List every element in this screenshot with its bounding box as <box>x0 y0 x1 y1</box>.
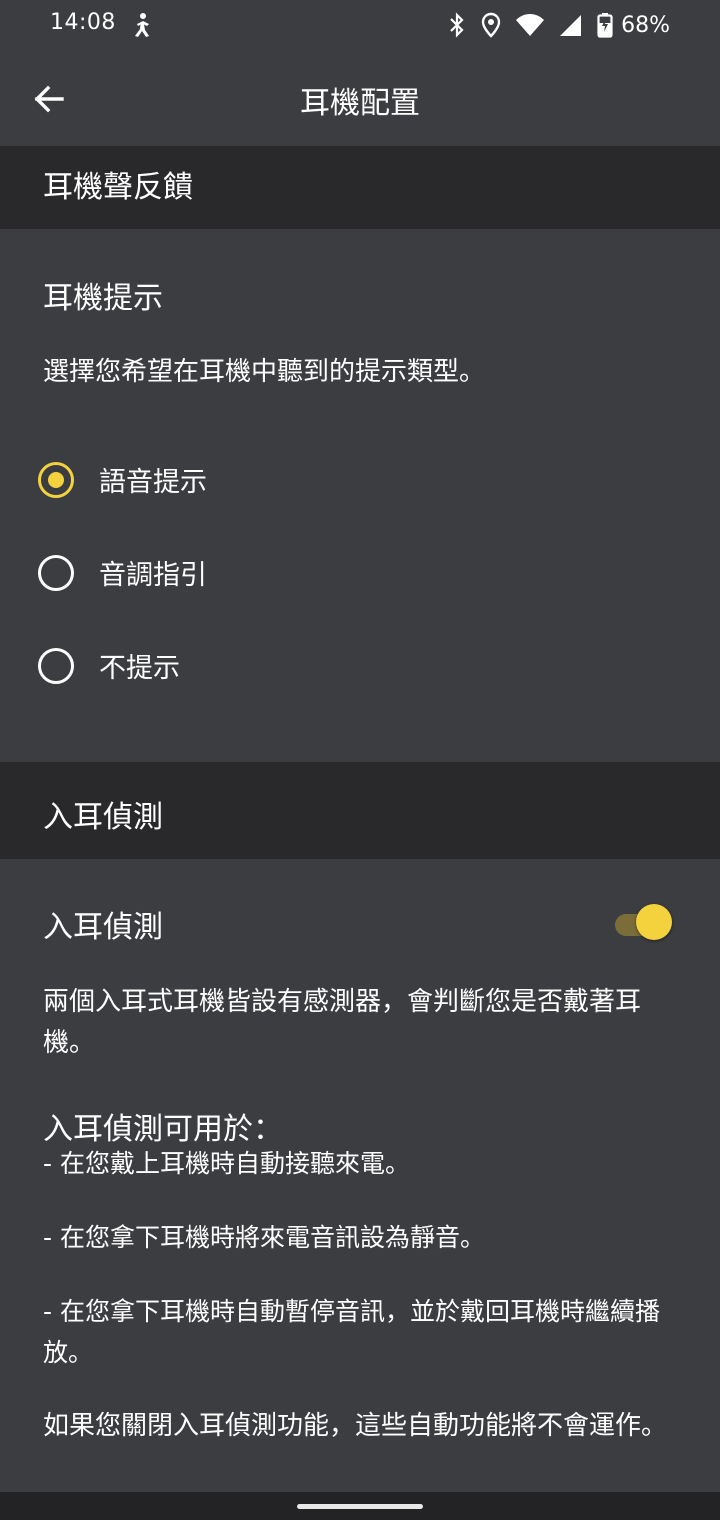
bluetooth-icon <box>450 12 464 38</box>
headset-prompt-title: 耳機提示 <box>43 281 163 316</box>
status-icons: 68% <box>447 10 670 40</box>
radio-checked-icon[interactable] <box>38 462 74 498</box>
status-time: 14:08 <box>50 10 116 35</box>
wifi-icon <box>516 14 545 36</box>
radio-label: 音調指引 <box>99 560 207 591</box>
app-bar: 耳機配置 <box>0 52 720 146</box>
toggle-thumb <box>636 904 672 940</box>
radio-label: 不提示 <box>99 653 180 684</box>
radio-label: 語音提示 <box>99 467 207 498</box>
section-header-label: 耳機聲反饋 <box>43 170 193 205</box>
battery-percentage: 68% <box>621 12 670 38</box>
in-ear-uses-title: 入耳偵測可用於： <box>43 1112 283 1147</box>
cell-signal-icon <box>560 15 582 36</box>
in-ear-detection-description: 兩個入耳式耳機皆設有感測器，會判斷您是否戴著耳機。 <box>43 987 642 1058</box>
battery-charging-icon <box>597 13 613 38</box>
radio-option-voice[interactable]: 語音提示 <box>0 440 720 520</box>
radio-unchecked-icon[interactable] <box>38 648 74 684</box>
gesture-nav-bar <box>0 1492 720 1520</box>
headset-prompt-description: 選擇您希望在耳機中聽到的提示類型。 <box>43 357 486 387</box>
in-ear-detection-title: 入耳偵測 <box>43 910 163 945</box>
section-header-in-ear: 入耳偵測 <box>0 762 720 859</box>
radio-option-none[interactable]: 不提示 <box>0 626 720 706</box>
radio-option-tone[interactable]: 音調指引 <box>0 533 720 613</box>
list-item: - 在您拿下耳機時自動暫停音訊，並於戴回耳機時繼續播放。 <box>43 1297 660 1367</box>
section-header-feedback: 耳機聲反饋 <box>0 146 720 229</box>
status-bar: 14:08 68% <box>0 0 720 52</box>
section-header-label: 入耳偵測 <box>43 800 163 835</box>
list-item: - 在您戴上耳機時自動接聽來電。 <box>43 1149 410 1178</box>
accessibility-person-icon <box>135 13 149 37</box>
list-item: - 在您拿下耳機時將來電音訊設為靜音。 <box>43 1223 485 1252</box>
page-title: 耳機配置 <box>300 86 420 121</box>
home-handle[interactable] <box>297 1504 423 1509</box>
radio-unchecked-icon[interactable] <box>38 555 74 591</box>
in-ear-footer-note: 如果您關閉入耳偵測功能，這些自動功能將不會運作。 <box>43 1411 668 1441</box>
location-icon <box>481 12 501 38</box>
in-ear-detection-toggle[interactable] <box>613 904 673 940</box>
